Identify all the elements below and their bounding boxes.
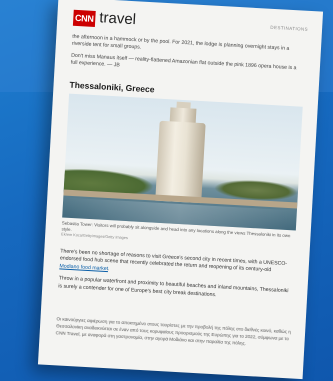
section-tag: DESTINATIONS [270, 24, 309, 32]
modiano-market-link[interactable]: Modiano food market [59, 263, 108, 272]
cnn-logo: CNN [72, 9, 96, 27]
body-paragraph-1-end: . [107, 265, 110, 272]
printed-article-page: CNN travel DESTINATIONS the afternoon in… [37, 0, 324, 380]
white-tower-photo [62, 93, 303, 231]
travel-section-label: travel [98, 9, 137, 29]
article-heading: Thessaloniki, Greece [69, 79, 155, 95]
article-body: There's been no shortage of reasons to v… [58, 248, 292, 308]
intro-text: the afternoon in a hammock or by the poo… [70, 34, 304, 85]
greek-translation-text: Οι καινούργιες αφιέρωση για το αποκτημέν… [55, 316, 291, 347]
white-tower [155, 120, 206, 204]
